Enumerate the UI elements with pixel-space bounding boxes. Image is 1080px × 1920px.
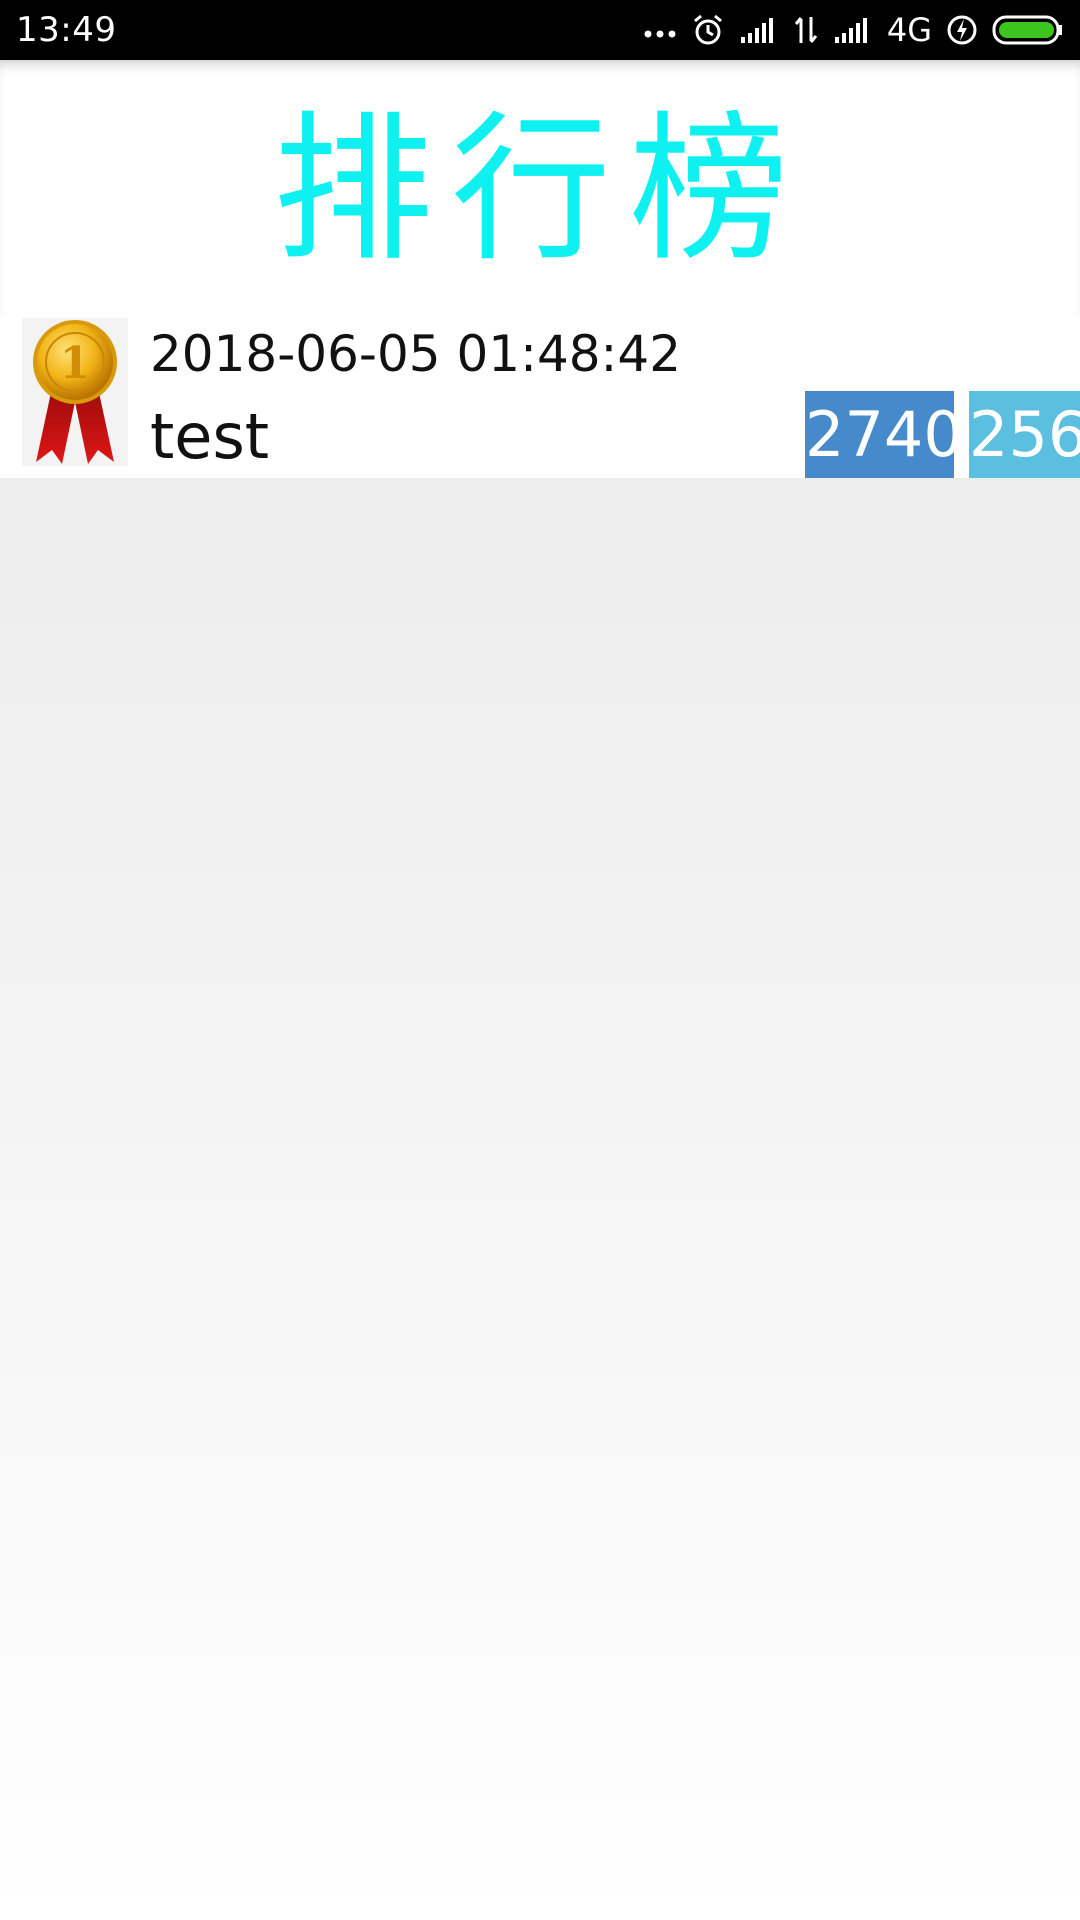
charging-icon <box>946 14 978 46</box>
battery-icon <box>992 14 1064 46</box>
status-icons: 4G <box>643 11 1064 49</box>
score-badge: 2740 <box>805 391 954 478</box>
svg-text:1: 1 <box>60 338 91 389</box>
leaderboard-row[interactable]: 1 2018-06-05 01:48:42 test 2740 256 <box>0 318 1080 478</box>
signal-icon <box>833 15 873 45</box>
player-name: test <box>150 400 270 473</box>
page-title: 排行榜 <box>272 96 807 283</box>
status-time: 13:49 <box>16 10 117 50</box>
header: 排行榜 <box>0 60 1080 318</box>
signal-icon <box>739 15 779 45</box>
alarm-icon <box>691 13 725 47</box>
gold-medal-icon: 1 <box>22 318 128 466</box>
data-transfer-icon <box>793 15 819 45</box>
status-bar: 13:49 4G <box>0 0 1080 60</box>
more-dots-icon <box>643 20 677 40</box>
value-badge: 256 <box>969 391 1080 478</box>
network-type: 4G <box>886 11 932 49</box>
record-time: 2018-06-05 01:48:42 <box>150 325 682 383</box>
